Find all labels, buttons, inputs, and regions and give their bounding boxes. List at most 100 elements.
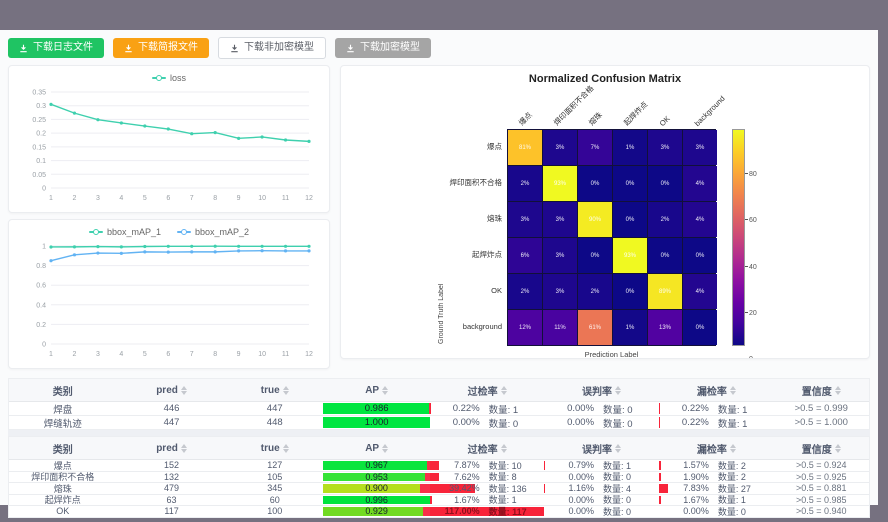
sort-control[interactable] (382, 386, 388, 395)
table-cell: 7.62%数量: 8 (430, 472, 544, 483)
sort-control[interactable] (283, 444, 289, 453)
ap-cell: 0.953 (323, 472, 431, 483)
colorbar-tick-mark (745, 266, 748, 267)
rate-count: 数量: 0 (603, 495, 651, 506)
rate-percent: 0.00% (438, 417, 480, 428)
rate-count: 数量: 1 (718, 402, 766, 415)
sort-desc-icon (181, 391, 187, 395)
column-header-label: 类别 (53, 441, 73, 456)
legend-item-bbox_mAP_2[interactable]: bbox_mAP_2 (177, 227, 249, 237)
confidence-cell: >0.5 = 0.924 (774, 460, 869, 471)
matrix-row-label: 熔珠 (445, 201, 507, 236)
ap-value: 0.996 (323, 495, 431, 505)
rate-count: 数量: 0 (603, 402, 651, 415)
count-cell: 448 (227, 416, 323, 429)
svg-text:1: 1 (42, 244, 46, 251)
svg-text:4: 4 (119, 195, 123, 202)
sort-control[interactable] (730, 444, 736, 453)
sort-control[interactable] (835, 386, 841, 395)
rate-count: 数量: 0 (603, 472, 651, 483)
column-header-label: 置信度 (802, 441, 832, 456)
sort-control[interactable] (501, 386, 507, 395)
rate-percent: 7.83% (667, 483, 709, 493)
count-cell: 105 (227, 472, 323, 483)
svg-text:4: 4 (119, 351, 123, 358)
table-header-row: 类别predtrueAP过检率误判率漏检率置信度 (9, 437, 869, 460)
confidence-cell: >0.5 = 0.985 (774, 495, 869, 506)
count-cell: 63 (117, 495, 227, 506)
matrix-cell: 4% (683, 166, 717, 201)
rate-count: 数量: 1 (718, 416, 766, 429)
rate-count: 数量: 117 (489, 506, 537, 517)
legend-item-loss[interactable]: loss (152, 73, 186, 83)
colorbar-tick-label: 0 (749, 356, 753, 359)
column-header-true: true (227, 437, 323, 459)
legend-item-bbox_mAP_1[interactable]: bbox_mAP_1 (89, 227, 161, 237)
rate-count: 数量: 2 (718, 472, 766, 483)
matrix-cell: 3% (508, 202, 542, 237)
count-cell: 479 (117, 483, 227, 494)
matrix-cell: 12% (508, 310, 542, 345)
colorbar-tick-label: 20 (749, 310, 757, 317)
column-header-误判率: 误判率 (544, 379, 659, 401)
charts-row: loss 00.050.10.150.20.250.30.35123456789… (0, 63, 878, 369)
matrix-cell: 0% (613, 166, 647, 201)
sort-control[interactable] (181, 444, 187, 453)
download-button-0[interactable]: 下载日志文件 (8, 38, 104, 58)
column-header-label: 置信度 (802, 383, 832, 398)
sort-control[interactable] (615, 386, 621, 395)
matrix-cell: 90% (578, 202, 612, 237)
table-cell: 117.00%数量: 117 (430, 506, 544, 517)
download-button-2[interactable]: 下载非加密模型 (218, 37, 326, 59)
table-cell: 1.57%数量: 2 (659, 460, 773, 471)
sort-asc-icon (382, 444, 388, 448)
rate-percent: 0.00% (552, 417, 594, 428)
count-cell: 446 (117, 402, 227, 415)
download-icon (346, 44, 355, 53)
table-cell: 1.90%数量: 2 (659, 472, 773, 483)
table-row-爆点: 爆点1521270.9677.87%数量: 100.79%数量: 11.57%数… (9, 460, 869, 472)
column-header-label: 类别 (53, 383, 73, 398)
sort-control[interactable] (615, 444, 621, 453)
matrix-row-label: background (445, 309, 507, 344)
matrix-cell: 1% (613, 130, 647, 165)
rate-count: 数量: 136 (489, 483, 537, 494)
rate-cell: 1.57%数量: 2 (659, 460, 773, 471)
ap-value: 0.967 (323, 460, 431, 470)
svg-text:5: 5 (143, 351, 147, 358)
sort-control[interactable] (283, 386, 289, 395)
rate-cell: 0.00%数量: 0 (544, 472, 659, 483)
count-cell: 345 (227, 483, 323, 494)
results-table-1: 类别predtrueAP过检率误判率漏检率置信度爆点1521270.9677.8… (8, 436, 870, 518)
rate-count: 数量: 10 (489, 460, 537, 471)
svg-text:1: 1 (49, 351, 53, 358)
sort-control[interactable] (501, 444, 507, 453)
sort-control[interactable] (181, 386, 187, 395)
confidence-cell: >0.5 = 0.925 (774, 472, 869, 483)
column-header-类别: 类别 (9, 379, 117, 401)
sort-control[interactable] (835, 444, 841, 453)
svg-text:1: 1 (49, 195, 53, 202)
count-cell: 127 (227, 460, 323, 471)
download-button-3[interactable]: 下载加密模型 (335, 38, 431, 58)
colorbar-tick-mark (745, 312, 748, 313)
svg-text:9: 9 (237, 195, 241, 202)
rate-percent: 1.57% (667, 460, 709, 470)
sort-control[interactable] (730, 386, 736, 395)
column-header-误判率: 误判率 (544, 437, 659, 459)
column-header-pred: pred (117, 437, 227, 459)
class-name-cell: 焊盘 (9, 402, 117, 415)
column-header-label: 过检率 (468, 441, 498, 456)
matrix-column-labels: 爆点焊印面积不合格熔珠起焊炸点OKbackground (507, 85, 716, 129)
download-button-1[interactable]: 下载简报文件 (113, 38, 209, 58)
table-cell: 0.79%数量: 1 (544, 460, 659, 471)
sort-control[interactable] (382, 444, 388, 453)
ap-cell: 0.986 (323, 402, 431, 415)
svg-text:0.3: 0.3 (36, 103, 46, 110)
table-cell: 1.67%数量: 1 (430, 495, 544, 506)
column-header-置信度: 置信度 (774, 379, 869, 401)
button-label: 下载非加密模型 (244, 43, 314, 53)
table-row-起焊炸点: 起焊炸点63600.9961.67%数量: 10.00%数量: 01.67%数量… (9, 495, 869, 507)
table-cell: 39.42%数量: 136 (430, 483, 544, 494)
matrix-cell: 3% (683, 130, 717, 165)
